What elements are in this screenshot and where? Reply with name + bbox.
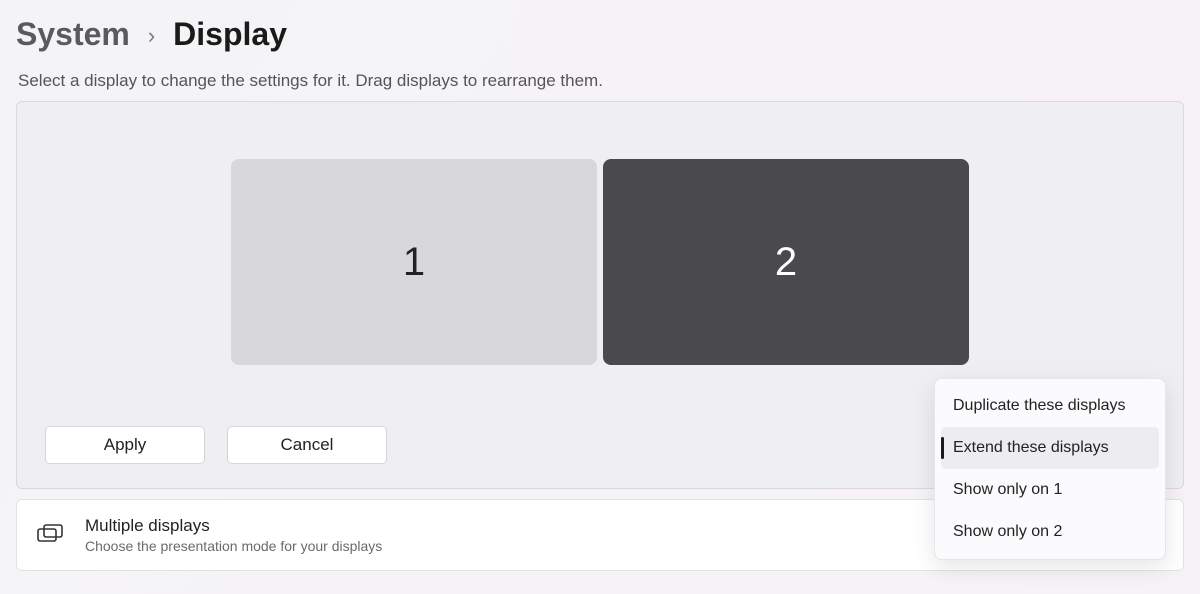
menu-show-only-1[interactable]: Show only on 1 [941, 469, 1159, 511]
breadcrumb-current: Display [173, 16, 287, 53]
breadcrumb-parent[interactable]: System [16, 16, 130, 53]
displays-icon [37, 524, 63, 546]
presentation-mode-menu: Duplicate these displays Extend these di… [934, 378, 1166, 560]
chevron-right-icon: › [148, 23, 155, 49]
menu-duplicate[interactable]: Duplicate these displays [941, 385, 1159, 427]
display-canvas[interactable]: 1 2 [17, 102, 1183, 422]
apply-button[interactable]: Apply [45, 426, 205, 464]
multiple-displays-subtitle: Choose the presentation mode for your di… [85, 538, 382, 554]
menu-extend[interactable]: Extend these displays [941, 427, 1159, 469]
multiple-displays-text: Multiple displays Choose the presentatio… [85, 516, 382, 554]
cancel-button[interactable]: Cancel [227, 426, 387, 464]
monitor-1[interactable]: 1 [231, 159, 597, 365]
menu-show-only-2[interactable]: Show only on 2 [941, 511, 1159, 553]
monitor-2[interactable]: 2 [603, 159, 969, 365]
multiple-displays-title: Multiple displays [85, 516, 382, 536]
instruction-text: Select a display to change the settings … [18, 71, 1184, 91]
breadcrumb: System › Display [16, 10, 1184, 71]
